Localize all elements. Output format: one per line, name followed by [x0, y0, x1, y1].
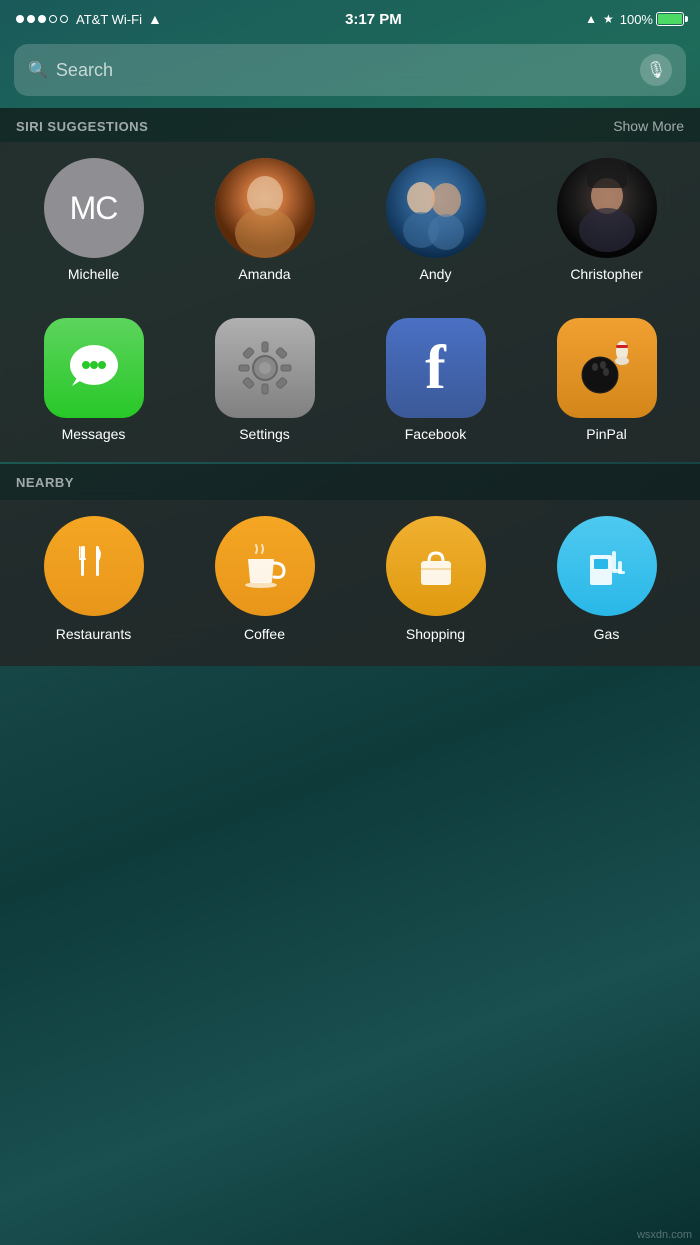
app-icon-facebook: f — [386, 318, 486, 418]
contact-name-michelle: Michelle — [68, 266, 119, 282]
contact-name-andy: Andy — [420, 266, 452, 282]
app-icon-messages — [44, 318, 144, 418]
andy-photo — [386, 158, 486, 258]
siri-suggestions-header: SIRI SUGGESTIONS Show More — [0, 108, 700, 142]
nearby-name-shopping: Shopping — [406, 626, 465, 642]
battery-fill — [658, 14, 682, 24]
nearby-icon-shopping — [386, 516, 486, 616]
facebook-letter: f — [425, 337, 446, 399]
contact-avatar-amanda — [215, 158, 315, 258]
status-time: 3:17 PM — [345, 11, 402, 28]
signal-dot-5 — [60, 15, 68, 23]
watermark: wsxdn.com — [637, 1229, 692, 1241]
contact-amanda[interactable]: Amanda — [181, 158, 348, 282]
app-icon-pinpal — [557, 318, 657, 418]
contact-michelle[interactable]: MC Michelle — [10, 158, 177, 282]
nearby-section: NEARBY Restaurants — [0, 464, 700, 666]
contacts-grid: MC Michelle — [0, 142, 700, 302]
app-settings[interactable]: Settings — [181, 318, 348, 442]
location-icon: ▲ — [585, 12, 597, 26]
nearby-coffee[interactable]: Coffee — [181, 516, 348, 642]
nearby-gas[interactable]: Gas — [523, 516, 690, 642]
wifi-icon: ▲ — [148, 11, 162, 27]
nearby-header: NEARBY — [0, 464, 700, 500]
bottom-area — [0, 668, 700, 928]
app-name-settings: Settings — [239, 426, 290, 442]
signal-dot-1 — [16, 15, 24, 23]
nearby-title: NEARBY — [16, 475, 74, 490]
amanda-photo — [215, 158, 315, 258]
app-icon-settings — [215, 318, 315, 418]
contact-christopher[interactable]: Christopher — [523, 158, 690, 282]
app-facebook[interactable]: f Facebook — [352, 318, 519, 442]
battery-container: 100% — [620, 12, 684, 27]
contact-initials-michelle: MC — [70, 190, 118, 227]
app-messages[interactable]: Messages — [10, 318, 177, 442]
app-name-pinpal: PinPal — [586, 426, 626, 442]
signal-dot-4 — [49, 15, 57, 23]
contact-avatar-christopher — [557, 158, 657, 258]
siri-suggestions-title: SIRI SUGGESTIONS — [16, 119, 148, 134]
carrier-text: AT&T Wi-Fi — [76, 12, 142, 27]
app-name-facebook: Facebook — [405, 426, 466, 442]
search-bar[interactable]: 🔍 Search 🎙 — [14, 44, 686, 96]
nearby-icon-gas — [557, 516, 657, 616]
nearby-shopping[interactable]: Shopping — [352, 516, 519, 642]
contact-avatar-michelle: MC — [44, 158, 144, 258]
siri-suggestions-section: SIRI SUGGESTIONS Show More MC Michelle — [0, 108, 700, 462]
signal-dot-3 — [38, 15, 46, 23]
signal-dots — [16, 15, 68, 23]
signal-dot-2 — [27, 15, 35, 23]
battery-text: 100% — [620, 12, 653, 27]
search-container: 🔍 Search 🎙 — [0, 36, 700, 108]
nearby-name-gas: Gas — [594, 626, 620, 642]
mic-icon[interactable]: 🎙 — [640, 54, 672, 86]
status-right: ▲ ★ 100% — [585, 12, 684, 27]
nearby-name-coffee: Coffee — [244, 626, 285, 642]
nearby-restaurants[interactable]: Restaurants — [10, 516, 177, 642]
battery-icon — [656, 12, 684, 26]
contact-name-amanda: Amanda — [238, 266, 290, 282]
bluetooth-icon: ★ — [603, 12, 614, 26]
nearby-icon-restaurants — [44, 516, 144, 616]
app-pinpal[interactable]: PinPal — [523, 318, 690, 442]
contact-andy[interactable]: Andy — [352, 158, 519, 282]
app-name-messages: Messages — [62, 426, 126, 442]
status-left: AT&T Wi-Fi ▲ — [16, 11, 162, 27]
christopher-photo — [557, 158, 657, 258]
nearby-icon-coffee — [215, 516, 315, 616]
apps-grid: Messages — [0, 302, 700, 462]
contact-avatar-andy — [386, 158, 486, 258]
show-more-button[interactable]: Show More — [613, 118, 684, 134]
contact-name-christopher: Christopher — [570, 266, 642, 282]
search-icon: 🔍 — [28, 60, 48, 80]
search-placeholder: Search — [56, 60, 632, 81]
nearby-name-restaurants: Restaurants — [56, 626, 131, 642]
status-bar: AT&T Wi-Fi ▲ 3:17 PM ▲ ★ 100% — [0, 0, 700, 36]
nearby-grid: Restaurants Coffee — [0, 500, 700, 666]
